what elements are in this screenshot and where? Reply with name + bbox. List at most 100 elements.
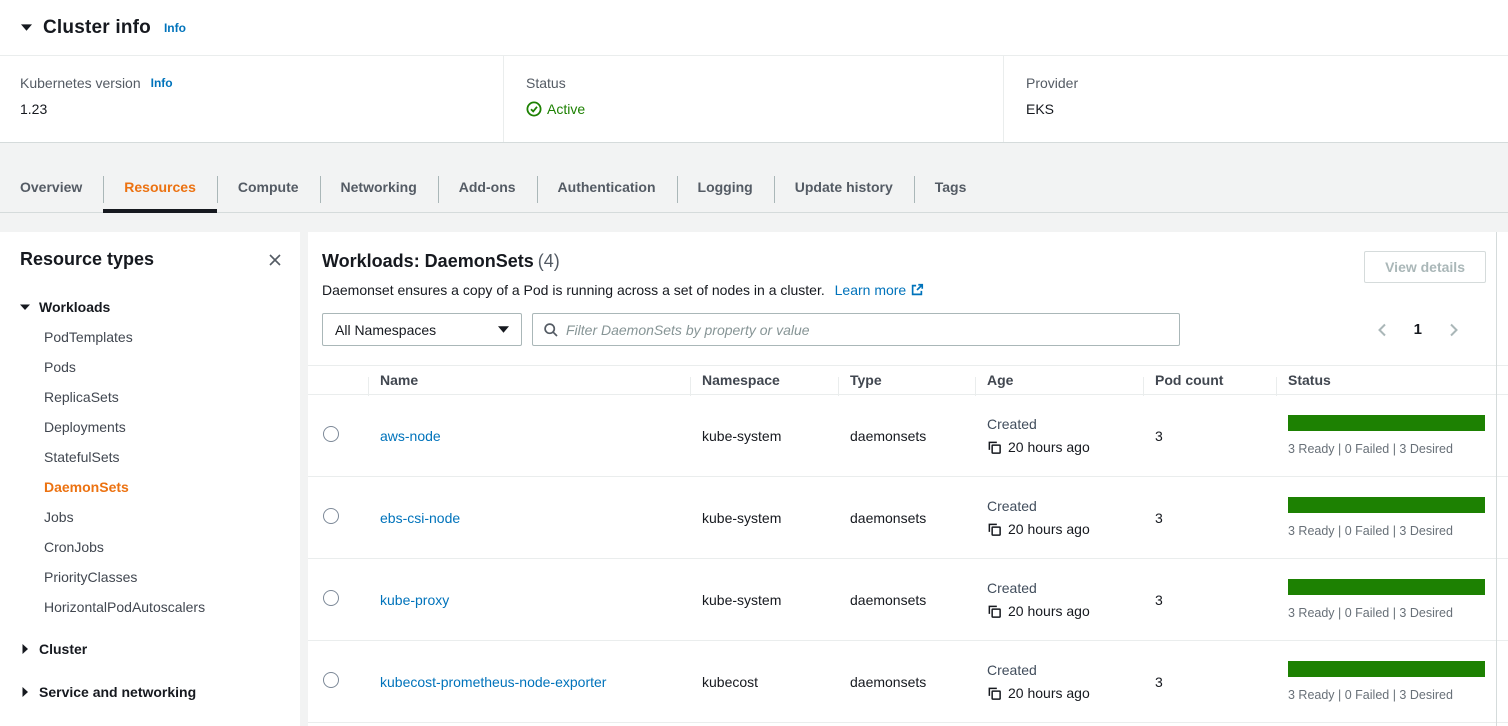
- tab-logging[interactable]: Logging: [677, 169, 774, 212]
- copy-icon[interactable]: [987, 686, 1002, 701]
- previous-page-icon[interactable]: [1372, 319, 1394, 341]
- caret-down-icon: [498, 326, 509, 333]
- view-details-button[interactable]: View details: [1364, 251, 1486, 283]
- copy-icon[interactable]: [987, 522, 1002, 537]
- collapse-triangle-icon[interactable]: [21, 22, 32, 33]
- sidebar-item-daemonsets[interactable]: DaemonSets: [20, 472, 286, 502]
- copy-icon[interactable]: [987, 604, 1002, 619]
- current-page[interactable]: 1: [1411, 321, 1425, 338]
- close-icon[interactable]: [264, 249, 286, 271]
- tab-tags[interactable]: Tags: [914, 169, 988, 212]
- daemonsets-table: Name Namespace Type Age Pod count Status…: [308, 365, 1508, 723]
- sidebar-item-pods[interactable]: Pods: [20, 352, 286, 382]
- sidebar-group-cluster[interactable]: Cluster: [20, 634, 286, 664]
- status-bar: [1288, 497, 1485, 513]
- kubernetes-version-label: Kubernetes version Info: [20, 75, 503, 91]
- namespace-select-value: All Namespaces: [335, 322, 436, 338]
- tab-resources[interactable]: Resources: [103, 169, 217, 212]
- next-page-icon[interactable]: [1442, 319, 1464, 341]
- cell-age: Created 20 hours ago: [975, 416, 1143, 455]
- external-link-icon: [910, 283, 924, 297]
- cell-pod-count: 3: [1143, 592, 1276, 608]
- sidebar-item-horizontalpodautoscalers[interactable]: HorizontalPodAutoscalers: [20, 592, 286, 622]
- column-header-age[interactable]: Age: [975, 372, 1143, 388]
- age-value: 20 hours ago: [1008, 521, 1090, 537]
- daemonset-name-link[interactable]: kubecost-prometheus-node-exporter: [380, 674, 606, 690]
- cell-pod-count: 3: [1143, 428, 1276, 444]
- row-radio-button[interactable]: [323, 672, 339, 688]
- status-bar: [1288, 661, 1485, 677]
- age-created-label: Created: [987, 416, 1143, 432]
- row-radio-button[interactable]: [323, 426, 339, 442]
- status-badge: Active: [526, 101, 1003, 117]
- cell-status: 3 Ready | 0 Failed | 3 Desired: [1276, 579, 1508, 620]
- daemonsets-filter: [532, 313, 1180, 346]
- cell-type: daemonsets: [838, 592, 975, 608]
- kubernetes-version-info-link[interactable]: Info: [151, 76, 173, 90]
- sidebar-group-service-and-networking[interactable]: Service and networking: [20, 677, 286, 707]
- row-radio-button[interactable]: [323, 508, 339, 524]
- table-row: kube-proxy kube-system daemonsets Create…: [308, 559, 1508, 641]
- status-text: 3 Ready | 0 Failed | 3 Desired: [1288, 442, 1508, 456]
- cell-status: 3 Ready | 0 Failed | 3 Desired: [1276, 661, 1508, 702]
- cell-type: daemonsets: [838, 510, 975, 526]
- cell-age: Created 20 hours ago: [975, 580, 1143, 619]
- cell-type: daemonsets: [838, 674, 975, 690]
- table-header: Name Namespace Type Age Pod count Status: [308, 365, 1508, 395]
- tab-update-history[interactable]: Update history: [774, 169, 914, 212]
- daemonset-name-link[interactable]: aws-node: [380, 428, 441, 444]
- sidebar-item-deployments[interactable]: Deployments: [20, 412, 286, 442]
- row-radio-button[interactable]: [323, 590, 339, 606]
- chevron-right-icon: [20, 687, 30, 697]
- column-header-status[interactable]: Status: [1276, 372, 1508, 388]
- daemonsets-count: (4): [538, 251, 560, 271]
- column-header-name[interactable]: Name: [368, 372, 690, 388]
- column-header-namespace[interactable]: Namespace: [690, 372, 838, 388]
- chevron-down-icon: [20, 302, 30, 312]
- cluster-info-info-link[interactable]: Info: [164, 21, 186, 35]
- provider-label: Provider: [1026, 75, 1508, 91]
- daemonset-name-link[interactable]: kube-proxy: [380, 592, 449, 608]
- column-header-type[interactable]: Type: [838, 372, 975, 388]
- kubernetes-version-field: Kubernetes version Info 1.23: [0, 56, 503, 142]
- cell-status: 3 Ready | 0 Failed | 3 Desired: [1276, 497, 1508, 538]
- table-row: kubecost-prometheus-node-exporter kubeco…: [308, 641, 1508, 723]
- sidebar-item-replicasets[interactable]: ReplicaSets: [20, 382, 286, 412]
- status-value-text: Active: [547, 101, 585, 117]
- status-text: 3 Ready | 0 Failed | 3 Desired: [1288, 606, 1508, 620]
- sidebar-item-jobs[interactable]: Jobs: [20, 502, 286, 532]
- kubernetes-version-value: 1.23: [20, 101, 503, 117]
- sidebar-group-workloads[interactable]: Workloads: [20, 292, 286, 322]
- sidebar-item-priorityclasses[interactable]: PriorityClasses: [20, 562, 286, 592]
- namespace-select[interactable]: All Namespaces: [322, 313, 522, 346]
- cluster-summary-panel: Kubernetes version Info 1.23 Status Acti…: [0, 56, 1508, 143]
- sidebar-item-statefulsets[interactable]: StatefulSets: [20, 442, 286, 472]
- tab-add-ons[interactable]: Add-ons: [438, 169, 537, 212]
- age-value: 20 hours ago: [1008, 685, 1090, 701]
- cell-namespace: kube-system: [690, 592, 838, 608]
- daemonsets-title: Workloads: DaemonSets(4): [322, 251, 1486, 272]
- status-label: Status: [526, 75, 1003, 91]
- cell-pod-count: 3: [1143, 674, 1276, 690]
- search-input[interactable]: [566, 322, 1169, 338]
- daemonset-name-link[interactable]: ebs-csi-node: [380, 510, 460, 526]
- learn-more-link[interactable]: Learn more: [835, 282, 925, 298]
- sidebar-item-cronjobs[interactable]: CronJobs: [20, 532, 286, 562]
- cell-namespace: kube-system: [690, 428, 838, 444]
- tab-overview[interactable]: Overview: [0, 169, 103, 212]
- age-value: 20 hours ago: [1008, 439, 1090, 455]
- cell-age: Created 20 hours ago: [975, 662, 1143, 701]
- tab-compute[interactable]: Compute: [217, 169, 320, 212]
- tab-networking[interactable]: Networking: [320, 169, 438, 212]
- column-header-pod-count[interactable]: Pod count: [1143, 372, 1276, 388]
- tab-authentication[interactable]: Authentication: [537, 169, 677, 212]
- provider-value: EKS: [1026, 101, 1508, 117]
- cluster-tabs: Overview Resources Compute Networking Ad…: [0, 143, 1508, 213]
- cell-status: 3 Ready | 0 Failed | 3 Desired: [1276, 415, 1508, 456]
- copy-icon[interactable]: [987, 440, 1002, 455]
- daemonsets-panel: Workloads: DaemonSets(4) View details Da…: [308, 232, 1508, 726]
- age-created-label: Created: [987, 580, 1143, 596]
- status-text: 3 Ready | 0 Failed | 3 Desired: [1288, 688, 1508, 702]
- sidebar-item-podtemplates[interactable]: PodTemplates: [20, 322, 286, 352]
- resource-types-panel: Resource types Workloads PodTemplates Po…: [0, 232, 300, 726]
